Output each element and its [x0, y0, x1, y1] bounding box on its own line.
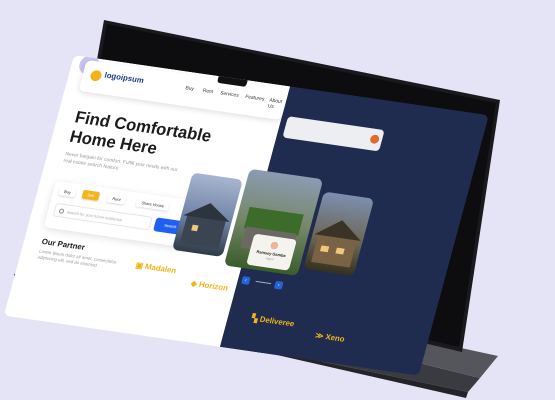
next-arrow-icon[interactable]: › — [273, 280, 284, 290]
chip-sell[interactable]: Sell — [81, 189, 100, 201]
partner-subtitle: Lorem ipsum dolor sit amet, consectetur … — [37, 248, 118, 268]
chip-rent[interactable]: Rent — [106, 193, 127, 205]
chip-share-house[interactable]: Share House — [135, 197, 171, 211]
chip-buy[interactable]: Buy — [58, 186, 77, 198]
nav-buy[interactable]: Buy — [185, 85, 195, 92]
partner-logo-madalen: ▣ Madalen — [134, 260, 178, 276]
search-input[interactable]: Search for your future residence — [52, 202, 153, 231]
partner-logo-horizon: ◆ Horizon — [189, 278, 230, 293]
prev-arrow-icon[interactable]: ‹ — [240, 276, 251, 285]
agent-card[interactable]: Ramsey Gamba Agent — [246, 233, 297, 271]
search-placeholder: Search for your future residence — [66, 209, 123, 223]
agent-avatar — [268, 239, 281, 252]
search-icon — [58, 208, 65, 214]
pager-line — [255, 280, 272, 285]
nav-rent[interactable]: Rent — [202, 88, 214, 95]
laptop-screen: logoipsum Buy Rent Services Features Abo… — [3, 55, 489, 376]
avatar[interactable] — [369, 134, 381, 145]
